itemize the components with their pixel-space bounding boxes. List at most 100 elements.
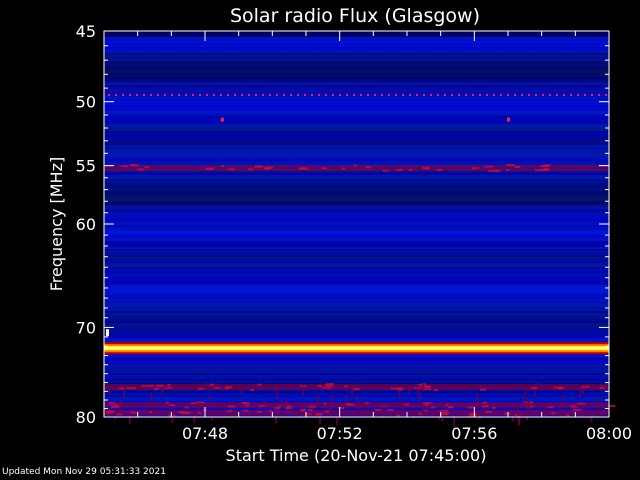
spectrogram-channel — [104, 279, 609, 281]
spectrogram-channel — [104, 201, 609, 203]
interference-dot — [549, 93, 551, 96]
spectrogram-channel — [104, 185, 609, 187]
interference-dot — [507, 93, 509, 96]
emission-speck — [467, 406, 475, 409]
spectrogram-channel — [104, 301, 609, 303]
spectrogram-channel — [104, 369, 609, 371]
interference-dot — [500, 93, 502, 96]
x-tick-label: 07:48 — [182, 424, 228, 443]
spectrogram-channel — [104, 41, 609, 43]
emission-speck — [273, 407, 281, 410]
spectrogram-channel — [104, 157, 609, 159]
spectrogram-channel — [104, 105, 609, 107]
low-band-streak — [150, 392, 153, 402]
spectrogram-channel — [104, 151, 609, 153]
interference-dot — [276, 93, 278, 96]
emission-speck — [120, 165, 129, 168]
interference-dot — [598, 93, 600, 96]
interference-dot — [472, 93, 474, 96]
spectrogram-channel — [104, 73, 609, 75]
spectrogram-channel — [104, 333, 609, 335]
spectrogram-channel — [104, 335, 609, 337]
interference-dot — [213, 93, 215, 96]
spectrogram-channel — [104, 159, 609, 161]
emission-speck — [566, 414, 570, 417]
spectrogram-channel — [104, 65, 609, 67]
low-band-streak — [358, 407, 361, 415]
emission-speck — [227, 405, 236, 408]
y-tick-label: 45 — [76, 22, 96, 41]
interference-dot — [409, 93, 411, 96]
interference-dot — [185, 93, 187, 96]
low-band-streak — [119, 385, 122, 391]
interference-dot — [157, 93, 159, 96]
spectrogram-channel — [104, 211, 609, 213]
spectrogram-channel — [104, 147, 609, 149]
interference-dot — [297, 93, 299, 96]
spectrogram-channel — [104, 391, 609, 393]
emission-speck — [214, 386, 221, 389]
spectrogram-channel — [104, 101, 609, 103]
spectrogram-channel — [104, 117, 609, 119]
x-tick-label: 07:56 — [451, 424, 497, 443]
spectrogram-channel — [104, 281, 609, 283]
emission-speck — [167, 383, 171, 386]
spectrogram-channel — [104, 303, 609, 305]
spectrogram-channel — [104, 131, 609, 133]
interference-dot — [430, 93, 432, 96]
spectrogram-channel — [104, 325, 609, 327]
y-axis-label: Frequency [MHz] — [47, 157, 66, 291]
emission-speck — [482, 401, 488, 404]
interference-dot — [150, 93, 152, 96]
interference-dot — [283, 93, 285, 96]
spectrogram-top-edge — [104, 31, 609, 37]
emission-speck — [164, 386, 173, 389]
emission-speck — [241, 402, 250, 405]
low-band-streak — [579, 388, 582, 398]
y-tick-label: 55 — [76, 157, 96, 176]
low-band-streak — [478, 412, 481, 420]
spectrogram-channel — [104, 115, 609, 117]
spectrogram-channel — [104, 257, 609, 259]
interference-dot — [255, 93, 257, 96]
low-band-streak — [356, 394, 359, 402]
emission-speck — [492, 406, 496, 409]
spectrogram-channel — [104, 251, 609, 253]
emission-speck — [481, 405, 489, 408]
low-band-streak — [329, 408, 332, 418]
emission-speck — [130, 411, 137, 414]
interference-dot — [521, 93, 523, 96]
spectrogram-channel — [104, 307, 609, 309]
low-band-streak — [383, 403, 386, 409]
interference-dot — [262, 93, 264, 96]
low-band-streak — [161, 388, 164, 395]
spectrogram-channel — [104, 285, 609, 287]
interference-dot — [374, 93, 376, 96]
emission-speck — [225, 386, 230, 389]
y-tick-label: 80 — [76, 408, 96, 427]
interference-dot — [136, 93, 138, 96]
emission-speck — [346, 403, 355, 406]
low-band-streak — [418, 391, 421, 401]
spectrogram-channel — [104, 379, 609, 381]
updated-timestamp: Updated Mon Nov 29 05:31:33 2021 — [2, 467, 166, 477]
emission-speck — [471, 167, 479, 170]
emission-speck — [108, 401, 116, 404]
spectrogram-channel — [104, 243, 609, 245]
emission-speck — [505, 169, 510, 172]
spectrogram-chart: 45 50 55 60 70 80 07:48 07:52 07:56 08:00 Solar r… — [47, 5, 632, 465]
x-tick-label: 08:00 — [586, 424, 632, 443]
spectrogram-channel — [104, 209, 609, 211]
interference-dot — [234, 93, 236, 96]
spectrogram-channel — [104, 145, 609, 147]
low-band-streak — [237, 385, 240, 391]
spectrogram-channel — [104, 47, 609, 49]
emission-speck — [551, 412, 556, 415]
interference-dot — [143, 93, 145, 96]
low-band-streak — [363, 403, 366, 413]
spectrogram-channel — [104, 331, 609, 333]
spectrogram-channel — [104, 179, 609, 181]
emission-speck — [382, 169, 390, 172]
emission-speck — [425, 167, 430, 170]
spectrogram-channel — [104, 83, 609, 85]
